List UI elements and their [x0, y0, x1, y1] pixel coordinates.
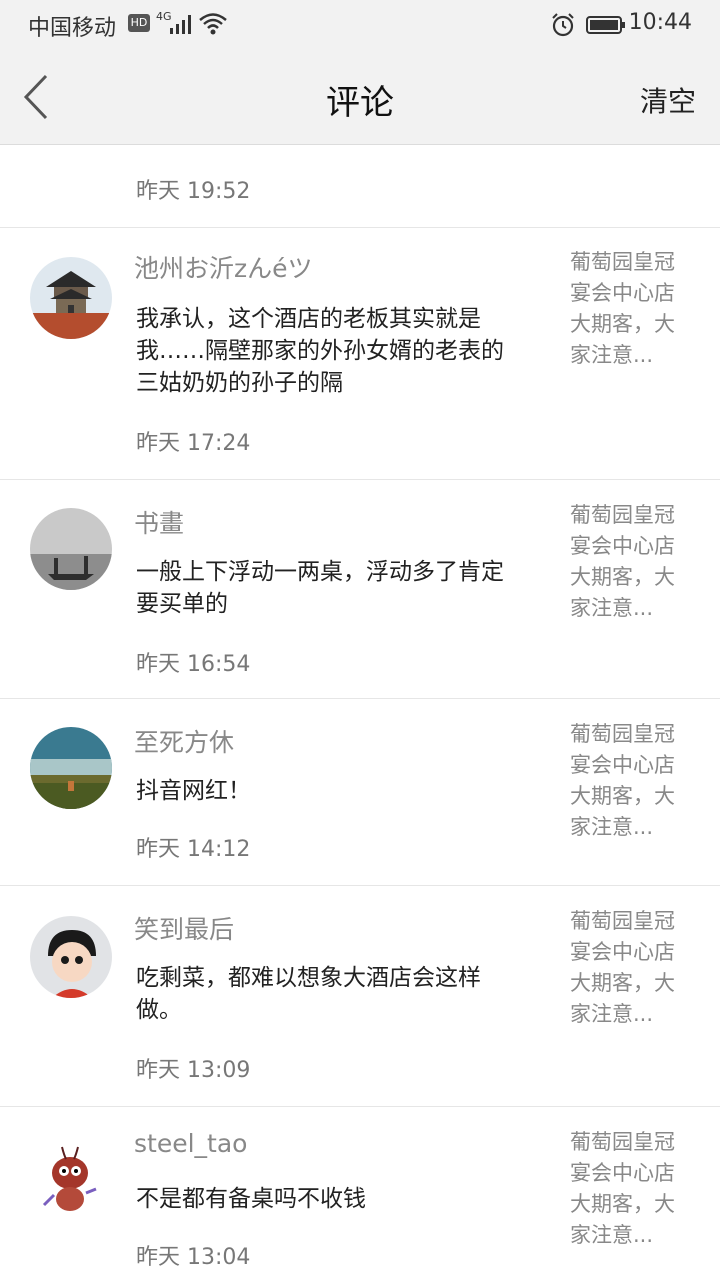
clock: 10:44: [628, 10, 692, 35]
comment-time: 昨天 14:12: [136, 837, 251, 862]
post-preview[interactable]: 葡萄园皇冠宴会中心店大期客，大家注意...: [570, 1127, 695, 1251]
post-preview[interactable]: 葡萄园皇冠宴会中心店大期客，大家注意...: [570, 906, 695, 1030]
comment-item[interactable]: 至死方休 抖音网红！ 昨天 14:12 葡萄园皇冠宴会中心店大期客，大家注意..…: [0, 699, 720, 886]
alarm-icon: [552, 13, 574, 37]
comment-item[interactable]: 书畫 一般上下浮动一两桌，浮动多了肯定要买单的 昨天 16:54 葡萄园皇冠宴会…: [0, 480, 720, 699]
hd-badge: HD: [128, 14, 150, 32]
comment-text: 不是都有备桌吗不收钱: [136, 1186, 366, 1212]
commenter-name[interactable]: 笑到最后: [134, 910, 234, 946]
comment-time: 昨天 17:24: [136, 431, 251, 456]
comment-text: 我承认，这个酒店的老板其实就是我……隔壁那家的外孙女婿的老表的三姑奶奶的孙子的隔: [136, 306, 504, 396]
status-bar: 中国移动 HD 4G 10:44: [0, 0, 720, 50]
landscape-avatar-image: [30, 727, 112, 809]
clear-button[interactable]: 清空: [640, 80, 696, 120]
signal-icon: [170, 15, 191, 34]
comment-item[interactable]: steel_tao 不是都有备桌吗不收钱 昨天 13:04 葡萄园皇冠宴会中心店…: [0, 1107, 720, 1280]
post-preview[interactable]: 葡萄园皇冠宴会中心店大期客，大家注意...: [570, 500, 695, 624]
carrier-name: 中国移动: [28, 16, 117, 41]
comment-time: 昨天 16:54: [136, 652, 251, 677]
boat-avatar-image: [30, 508, 112, 590]
cartoon-avatar-image: [30, 916, 112, 998]
page-title: 评论: [326, 83, 394, 123]
avatar[interactable]: [30, 257, 112, 339]
commenter-name[interactable]: 至死方休: [134, 723, 234, 759]
comment-time: 昨天 13:04: [136, 1245, 251, 1270]
wifi-icon: [199, 13, 227, 35]
nav-bar: 评论 清空: [0, 50, 720, 145]
pagoda-avatar-image: [30, 257, 112, 339]
ant-avatar-image: [30, 1135, 112, 1217]
commenter-name[interactable]: 书畫: [134, 504, 184, 540]
commenter-name[interactable]: steel_tao: [134, 1129, 247, 1158]
comment-text: 一般上下浮动一两桌，浮动多了肯定要买单的: [136, 559, 504, 617]
avatar[interactable]: [30, 508, 112, 590]
comment-time: 昨天 19:52: [136, 179, 251, 204]
commenter-name[interactable]: 池州お沂zんéツ: [134, 249, 313, 285]
comment-text: 抖音网红！: [136, 778, 251, 804]
avatar[interactable]: [30, 916, 112, 998]
comment-time: 昨天 13:09: [136, 1058, 251, 1083]
comment-item[interactable]: 池州お沂zんéツ 我承认，这个酒店的老板其实就是我……隔壁那家的外孙女婿的老表的…: [0, 227, 720, 480]
battery-icon: [586, 16, 625, 34]
post-preview[interactable]: 葡萄园皇冠宴会中心店大期客，大家注意...: [570, 719, 695, 843]
avatar[interactable]: [30, 1135, 112, 1217]
avatar[interactable]: [30, 727, 112, 809]
comment-item[interactable]: 笑到最后 吃剩菜，都难以想象大酒店会这样做。 昨天 13:09 葡萄园皇冠宴会中…: [0, 886, 720, 1107]
post-preview[interactable]: 葡萄园皇冠宴会中心店大期客，大家注意...: [570, 247, 695, 371]
list-item[interactable]: 昨天 19:52: [0, 145, 720, 228]
comment-text: 吃剩菜，都难以想象大酒店会这样做。: [136, 965, 481, 1023]
